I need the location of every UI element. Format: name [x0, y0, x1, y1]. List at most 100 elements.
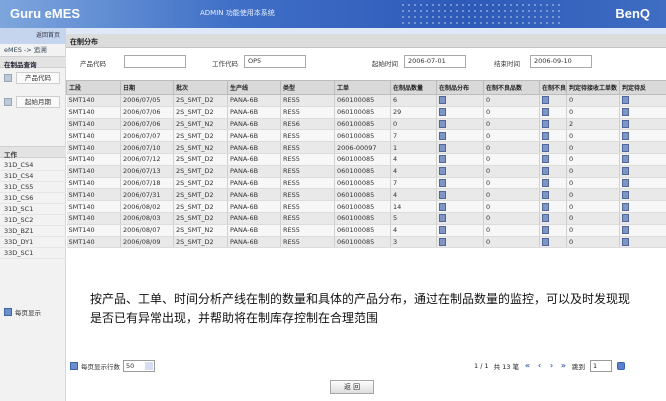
- column-header[interactable]: 工单: [334, 80, 391, 95]
- document-icon[interactable]: [622, 167, 629, 176]
- table-cell: [619, 236, 666, 249]
- document-icon[interactable]: [542, 167, 549, 176]
- column-header[interactable]: 判定待接收工单数: [566, 80, 620, 95]
- document-icon[interactable]: [439, 178, 446, 187]
- document-icon[interactable]: [439, 202, 446, 211]
- document-icon[interactable]: [542, 119, 549, 128]
- table-row[interactable]: SMT140 2006/07/10 2S_SMT_N2 PANA-6B RES5 2006…: [66, 141, 666, 154]
- table-cell: 0: [483, 118, 540, 131]
- document-icon[interactable]: [439, 167, 446, 176]
- warehouse-item[interactable]: 31D_SC1: [0, 204, 66, 215]
- warehouse-item[interactable]: 33D_SC1: [0, 248, 66, 259]
- product-code-input[interactable]: [124, 55, 186, 68]
- column-header[interactable]: 在制不良: [539, 80, 567, 95]
- document-icon[interactable]: [439, 237, 446, 246]
- table-cell: [619, 118, 666, 131]
- document-icon[interactable]: [622, 226, 629, 235]
- warehouse-item[interactable]: 31D_SC2: [0, 215, 66, 226]
- table-row[interactable]: SMT140 2006/07/12 2S_SMT_D2 PANA-6B RES5 0601…: [66, 153, 666, 166]
- document-icon[interactable]: [542, 178, 549, 187]
- warehouse-item[interactable]: 33D_BZ1: [0, 226, 66, 237]
- document-icon[interactable]: [439, 143, 446, 152]
- end-time-input[interactable]: 2006-09-10: [530, 55, 592, 68]
- document-icon[interactable]: [542, 226, 549, 235]
- page-info: 1 / 1: [474, 362, 489, 370]
- home-link[interactable]: 返回首页: [36, 30, 60, 39]
- document-icon[interactable]: [542, 237, 549, 246]
- document-icon[interactable]: [622, 178, 629, 187]
- first-page-icon[interactable]: «: [524, 362, 531, 370]
- table-row[interactable]: SMT140 2006/08/09 2S_SMT_D2 PANA-6B RES5 0601…: [66, 236, 666, 249]
- document-icon[interactable]: [622, 108, 629, 117]
- document-icon[interactable]: [622, 214, 629, 223]
- table-cell: 2006/07/05: [120, 94, 174, 107]
- column-header[interactable]: 生产线: [227, 80, 281, 95]
- table-row[interactable]: SMT140 2006/08/03 2S_SMT_D2 PANA-6B RES5 0601…: [66, 212, 666, 225]
- warehouse-item[interactable]: 31D_CS6: [0, 193, 66, 204]
- table-cell: RES5: [280, 141, 335, 154]
- jump-page-input[interactable]: 1: [590, 360, 612, 372]
- document-icon[interactable]: [622, 202, 629, 211]
- table-cell: [436, 224, 484, 237]
- next-page-icon[interactable]: ›: [548, 362, 555, 370]
- table-row[interactable]: SMT140 2006/08/02 2S_SMT_D2 PANA-6B RES5 0601…: [66, 200, 666, 213]
- column-header[interactable]: 在制品数量: [390, 80, 437, 95]
- column-header[interactable]: 在制品分布: [436, 80, 484, 95]
- document-icon[interactable]: [439, 96, 446, 105]
- last-page-icon[interactable]: »: [560, 362, 567, 370]
- page-size-value: 50: [126, 362, 135, 370]
- workorder-input[interactable]: OP5: [244, 55, 306, 68]
- document-icon[interactable]: [542, 214, 549, 223]
- document-icon[interactable]: [622, 155, 629, 164]
- document-icon[interactable]: [622, 131, 629, 140]
- column-header[interactable]: 工段: [66, 80, 121, 95]
- document-icon[interactable]: [439, 155, 446, 164]
- table-cell: RES5: [280, 153, 335, 166]
- column-header[interactable]: 批次: [173, 80, 228, 95]
- start-time-input[interactable]: 2006-07-01: [404, 55, 466, 68]
- page-size-select[interactable]: 50: [123, 360, 155, 372]
- go-icon[interactable]: [617, 362, 625, 370]
- document-icon[interactable]: [622, 96, 629, 105]
- document-icon[interactable]: [622, 143, 629, 152]
- document-icon[interactable]: [439, 214, 446, 223]
- table-row[interactable]: SMT140 2006/07/05 2S_SMT_D2 PANA-6B RES5 0601…: [66, 94, 666, 107]
- document-icon[interactable]: [622, 119, 629, 128]
- document-icon[interactable]: [542, 143, 549, 152]
- table-row[interactable]: SMT140 2006/07/06 2S_SMT_N2 PANA-6B RES6 0601…: [66, 118, 666, 131]
- document-icon[interactable]: [542, 108, 549, 117]
- end-time-label: 结束时间: [494, 60, 520, 68]
- warehouse-item[interactable]: 31D_CS4: [0, 160, 66, 171]
- column-header[interactable]: 日期: [120, 80, 174, 95]
- document-icon[interactable]: [439, 131, 446, 140]
- column-header[interactable]: 在制不良品数: [483, 80, 540, 95]
- warehouse-item[interactable]: 31D_CS5: [0, 182, 66, 193]
- document-icon[interactable]: [439, 119, 446, 128]
- product-code-button[interactable]: 产品代码: [16, 72, 60, 84]
- document-icon[interactable]: [542, 96, 549, 105]
- document-icon[interactable]: [439, 226, 446, 235]
- document-icon[interactable]: [622, 237, 629, 246]
- table-row[interactable]: SMT140 2006/07/31 2S_SMT_D2 PANA-6B RES5 0601…: [66, 188, 666, 202]
- document-icon[interactable]: [542, 190, 549, 199]
- document-icon[interactable]: [542, 202, 549, 211]
- table-row[interactable]: SMT140 2006/07/13 2S_SMT_D2 PANA-6B RES5 0601…: [66, 165, 666, 178]
- document-icon[interactable]: [542, 131, 549, 140]
- warehouse-item[interactable]: 31D_CS4: [0, 171, 66, 182]
- start-month-button[interactable]: 起始月期: [16, 96, 60, 108]
- prev-page-icon[interactable]: ‹: [536, 362, 543, 370]
- document-icon[interactable]: [622, 190, 629, 199]
- document-icon[interactable]: [439, 190, 446, 199]
- document-icon[interactable]: [439, 108, 446, 117]
- table-cell: 060100085: [334, 212, 391, 225]
- table-row[interactable]: SMT140 2006/07/18 2S_SMT_D2 PANA-6B RES5 0601…: [66, 177, 666, 190]
- table-row[interactable]: SMT140 2006/07/07 2S_SMT_D2 PANA-6B RES5 0601…: [66, 129, 666, 143]
- column-header[interactable]: 判定待反: [619, 80, 666, 95]
- column-header[interactable]: 类型: [280, 80, 335, 95]
- table-row[interactable]: SMT140 2006/07/06 2S_SMT_D2 PANA-6B RES5 0601…: [66, 106, 666, 119]
- warehouse-item[interactable]: 33D_DY1: [0, 237, 66, 248]
- document-icon[interactable]: [542, 155, 549, 164]
- table-row[interactable]: SMT140 2006/08/07 2S_SMT_N2 PANA-6B RES5 0601…: [66, 224, 666, 237]
- back-button[interactable]: 返 回: [330, 380, 374, 394]
- table-cell: PANA-6B: [227, 94, 281, 107]
